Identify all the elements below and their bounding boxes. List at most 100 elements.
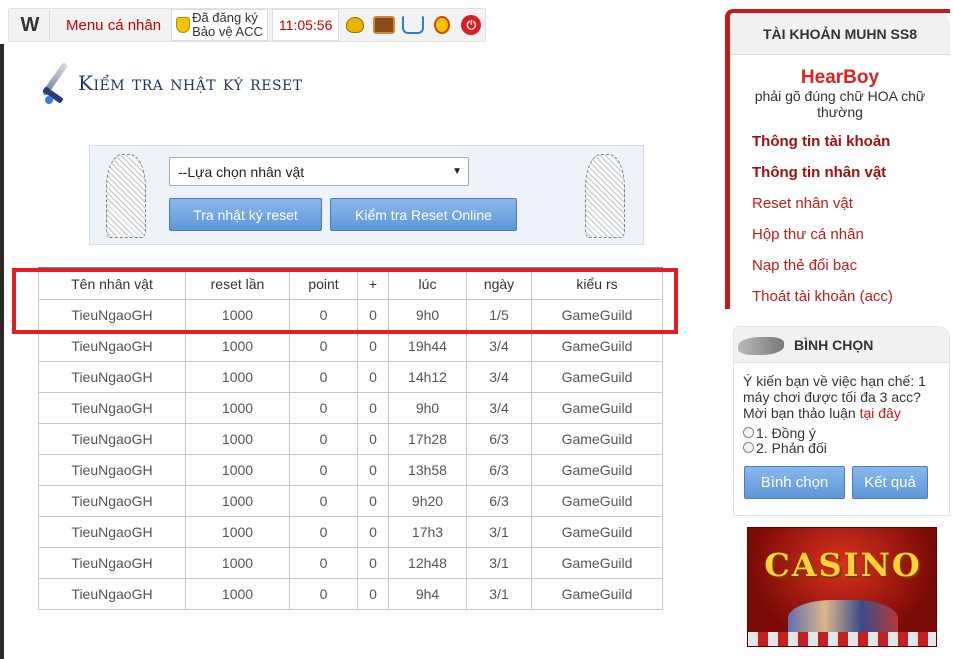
cell-time: 9h0 <box>388 298 467 331</box>
table-header-row: Tên nhân vật reset lần point + lúc ngày … <box>38 267 663 300</box>
cell-date: 3/4 <box>466 391 532 424</box>
cell-character-name: TieuNgaoGH <box>38 453 186 486</box>
cell-time: 14h12 <box>388 360 467 393</box>
cell-reset-type: GameGuild <box>531 422 663 455</box>
acc-protection-badge[interactable]: Đã đăng ký Bảo vệ ACC <box>171 9 268 41</box>
cell-reset-count: 1000 <box>185 329 290 362</box>
cell-point: 0 <box>289 453 358 486</box>
reset-log-table: Tên nhân vật reset lần point + lúc ngày … <box>38 267 663 610</box>
check-online-reset-button[interactable]: Kiểm tra Reset Online <box>330 198 517 231</box>
cell-reset-count: 1000 <box>185 391 290 424</box>
radio-button[interactable] <box>743 427 754 438</box>
page-edge <box>0 0 4 659</box>
banner-chips <box>748 632 936 646</box>
results-button[interactable]: Kết quả <box>852 466 928 499</box>
table-row: TieuNgaoGH 1000 0 0 17h3 3/1 GameGuild <box>38 515 663 548</box>
character-select[interactable]: --Lựa chọn nhân vật ▼ <box>169 157 469 186</box>
cell-reset-count: 1000 <box>185 422 290 455</box>
poll-option-agree[interactable]: 1. Đồng ý <box>743 424 940 441</box>
poll-panel: BÌNH CHỌN Ý kiến bạn về việc hạn chế: 1 … <box>733 326 950 516</box>
cell-date: 3/4 <box>466 329 532 362</box>
cell-point: 0 <box>289 546 358 579</box>
site-logo[interactable]: W <box>9 9 49 41</box>
discussion-link[interactable]: tại đây <box>860 405 901 421</box>
poll-option-label: 2. Phản đối <box>756 439 827 456</box>
cell-date: 6/3 <box>466 453 532 486</box>
col-character-name: Tên nhân vật <box>38 267 186 300</box>
cell-point: 0 <box>289 329 358 362</box>
cell-point: 0 <box>289 391 358 424</box>
warrior-illustration-left <box>92 148 162 243</box>
cell-reset-type: GameGuild <box>531 391 663 424</box>
character-select-value: --Lựa chọn nhân vật <box>178 163 305 180</box>
money-bag-icon[interactable] <box>342 12 368 38</box>
cell-reset-count: 1000 <box>185 453 290 486</box>
cell-character-name: TieuNgaoGH <box>38 422 186 455</box>
cell-reset-type: GameGuild <box>531 546 663 579</box>
cell-reset-count: 1000 <box>185 298 290 331</box>
cell-character-name: TieuNgaoGH <box>38 329 186 362</box>
account-panel: TÀI KHOẢN MUHN SS8 HearBoy phải gõ đúng … <box>725 9 950 309</box>
cell-date: 1/5 <box>466 298 532 331</box>
table-row: TieuNgaoGH 1000 0 0 9h20 6/3 GameGuild <box>38 484 663 517</box>
cell-reset-type: GameGuild <box>531 360 663 393</box>
poll-option-disagree[interactable]: 2. Phản đối <box>743 439 940 456</box>
cell-plus: 0 <box>357 391 389 424</box>
cell-time: 9h20 <box>388 484 467 517</box>
col-reset-type: kiểu rs <box>531 267 663 300</box>
logout-link[interactable]: Thoát tài khoản (acc) <box>730 281 950 312</box>
cell-time: 9h4 <box>388 577 467 610</box>
personal-menu-link[interactable]: Menu cá nhân <box>50 17 171 34</box>
account-info-link[interactable]: Thông tin tài khoản <box>730 126 950 157</box>
topup-link[interactable]: Nạp thẻ đổi bạc <box>730 250 950 281</box>
cell-character-name: TieuNgaoGH <box>38 515 186 548</box>
power-icon[interactable]: ⏻ <box>458 12 484 38</box>
cell-reset-count: 1000 <box>185 484 290 517</box>
table-row: TieuNgaoGH 1000 0 0 9h4 3/1 GameGuild <box>38 577 663 610</box>
cell-reset-type: GameGuild <box>531 515 663 548</box>
account-panel-title: TÀI KHOẢN MUHN SS8 <box>730 13 950 55</box>
cell-time: 13h58 <box>388 453 467 486</box>
table-row: TieuNgaoGH 1000 0 0 17h28 6/3 GameGuild <box>38 422 663 455</box>
acc-line-1: Đã đăng ký <box>192 10 258 25</box>
col-plus: + <box>357 267 389 300</box>
reset-character-link[interactable]: Reset nhân vật <box>730 188 950 219</box>
cell-plus: 0 <box>357 515 389 548</box>
cell-time: 9h0 <box>388 391 467 424</box>
acc-line-2: Bảo vệ ACC <box>192 24 263 39</box>
col-time: lúc <box>388 267 467 300</box>
cell-reset-type: GameGuild <box>531 453 663 486</box>
cell-character-name: TieuNgaoGH <box>38 546 186 579</box>
col-date: ngày <box>466 267 532 300</box>
case-sensitive-note: phải gõ đúng chữ HOA chữ thường <box>754 88 926 120</box>
vote-button[interactable]: Bình chọn <box>744 466 845 499</box>
cell-date: 3/1 <box>466 577 532 610</box>
poll-body: Ý kiến bạn về việc hạn chế: 1 máy chơi đ… <box>734 363 949 465</box>
cell-reset-type: GameGuild <box>531 577 663 610</box>
character-info-link[interactable]: Thông tin nhân vật <box>730 157 950 188</box>
cell-plus: 0 <box>357 329 389 362</box>
cell-date: 3/1 <box>466 546 532 579</box>
shopping-cart-icon[interactable] <box>400 12 426 38</box>
cell-reset-count: 1000 <box>185 360 290 393</box>
view-reset-log-button[interactable]: Tra nhật ký reset <box>169 198 322 231</box>
cell-plus: 0 <box>357 577 389 610</box>
cell-plus: 0 <box>357 453 389 486</box>
treasure-chest-icon[interactable] <box>371 12 397 38</box>
cell-time: 19h44 <box>388 329 467 362</box>
table-row: TieuNgaoGH 1000 0 0 14h12 3/4 GameGuild <box>38 360 663 393</box>
inbox-link[interactable]: Hộp thư cá nhân <box>730 219 950 250</box>
radio-button[interactable] <box>743 442 754 453</box>
cell-reset-count: 1000 <box>185 546 290 579</box>
cell-character-name: TieuNgaoGH <box>38 577 186 610</box>
reset-log-form: --Lựa chọn nhân vật ▼ Tra nhật ký reset … <box>89 145 644 245</box>
cell-time: 12h48 <box>388 546 467 579</box>
poll-title: BÌNH CHỌN <box>794 336 874 353</box>
col-point: point <box>289 267 358 300</box>
col-reset-count: reset lần <box>185 267 290 300</box>
cell-point: 0 <box>289 484 358 517</box>
poll-option-label: 1. Đồng ý <box>756 424 816 441</box>
casino-banner[interactable]: CASINO <box>747 527 937 647</box>
medal-icon[interactable] <box>429 12 455 38</box>
cell-reset-type: GameGuild <box>531 484 663 517</box>
